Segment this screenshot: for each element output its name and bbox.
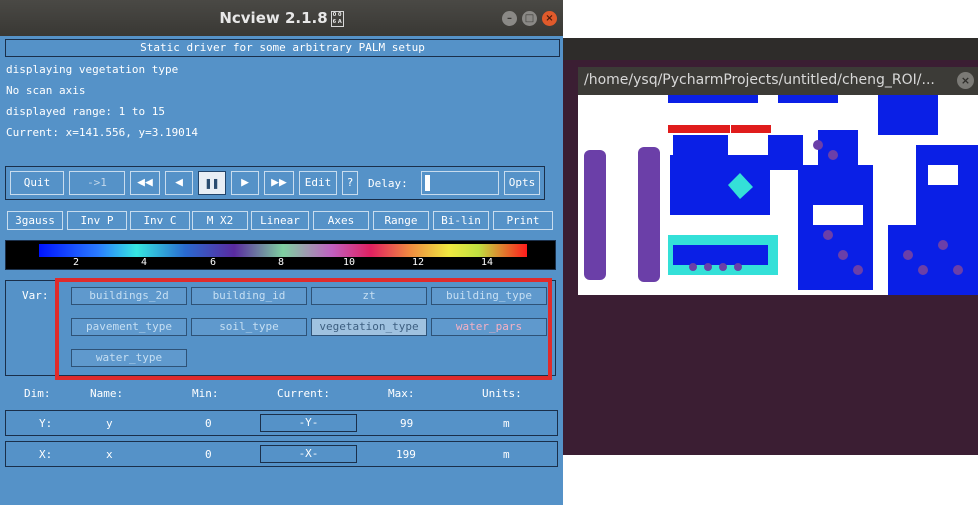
plot-window-title: /home/ysq/PycharmProjects/untitled/cheng…: [584, 72, 935, 88]
dim-header-max: Max:: [388, 387, 415, 400]
back-button[interactable]: ◀: [165, 171, 193, 195]
dataset-title-box: Static driver for some arbitrary PALM se…: [5, 39, 560, 57]
option-3gauss-button[interactable]: 3gauss: [7, 211, 63, 230]
dim-header-name: Name:: [90, 387, 124, 400]
highlight-annotation-frame: [55, 278, 552, 380]
minimize-button[interactable]: –: [502, 11, 517, 26]
window-title: Ncview 2.1.8 0 06 A: [219, 9, 344, 27]
option-magnify-button[interactable]: M X2: [192, 211, 248, 230]
dim-y-units: m: [503, 417, 510, 430]
rewind-button[interactable]: ◀◀: [130, 171, 160, 195]
option-range-button[interactable]: Range: [373, 211, 429, 230]
option-inv-c-button[interactable]: Inv C: [130, 211, 190, 230]
dim-x-max: 199: [396, 448, 416, 461]
opts-button[interactable]: Opts: [504, 171, 540, 195]
forward-button[interactable]: ▶: [231, 171, 259, 195]
dim-x-name: x: [106, 448, 113, 461]
plot-close-button[interactable]: ×: [957, 72, 974, 89]
colorbar-tick: 4: [141, 257, 148, 268]
dim-x-label: X:: [39, 448, 53, 461]
plot-window: /home/ysq/PycharmProjects/untitled/cheng…: [578, 67, 978, 295]
dim-y-name: y: [106, 417, 113, 430]
delay-label: Delay:: [368, 177, 408, 190]
delay-slider-thumb[interactable]: [425, 175, 430, 191]
ncview-window: Ncview 2.1.8 0 06 A – □ × Static driver f…: [0, 0, 563, 505]
colorbar-tick: 8: [278, 257, 285, 268]
option-axes-button[interactable]: Axes: [313, 211, 369, 230]
dim-header-min: Min:: [192, 387, 219, 400]
info-current: Current: x=141.556, y=3.19014: [6, 126, 199, 139]
missing-glyph-icon: 0 06 A: [330, 10, 344, 27]
info-range: displayed range: 1 to 15: [6, 105, 165, 118]
pause-button[interactable]: ❚❚: [198, 171, 226, 195]
edit-button[interactable]: Edit: [299, 171, 337, 195]
info-displaying: displaying vegetation type: [6, 63, 179, 76]
maximize-button[interactable]: □: [522, 11, 537, 26]
dim-y-min: 0: [205, 417, 212, 430]
colorbar-tick: 6: [210, 257, 217, 268]
colorbar-tick: 14: [481, 257, 494, 268]
dim-row-x: X: x 0 -X- 199 m: [5, 441, 558, 467]
option-print-button[interactable]: Print: [493, 211, 553, 230]
variable-label: Var:: [22, 289, 49, 302]
info-scan-axis: No scan axis: [6, 84, 86, 97]
option-inv-p-button[interactable]: Inv P: [67, 211, 127, 230]
dim-x-current-button[interactable]: -X-: [260, 445, 357, 463]
plot-window-titlebar[interactable]: /home/ysq/PycharmProjects/untitled/cheng…: [578, 67, 978, 95]
option-linear-button[interactable]: Linear: [251, 211, 309, 230]
fast-forward-button[interactable]: ▶▶: [264, 171, 294, 195]
dim-x-units: m: [503, 448, 510, 461]
dim-y-current-button[interactable]: -Y-: [260, 414, 357, 432]
close-button[interactable]: ×: [542, 11, 557, 26]
dim-y-max: 99: [400, 417, 414, 430]
dim-header-dim: Dim:: [24, 387, 51, 400]
quit-button[interactable]: Quit: [10, 171, 64, 195]
background-terminal-tabbar: [563, 38, 978, 60]
dim-header-current: Current:: [277, 387, 330, 400]
dim-header-units: Units:: [482, 387, 522, 400]
window-titlebar[interactable]: Ncview 2.1.8 0 06 A – □ ×: [0, 0, 563, 36]
colorbar-gradient: [39, 244, 527, 257]
colorbar: 2 4 6 8 10 12 14: [5, 240, 556, 270]
dim-row-y: Y: y 0 -Y- 99 m: [5, 410, 558, 436]
colorbar-tick: 12: [412, 257, 425, 268]
step-to-frame-button[interactable]: ->1: [69, 171, 125, 195]
option-bi-lin-button[interactable]: Bi-lin: [433, 211, 489, 230]
dim-x-min: 0: [205, 448, 212, 461]
dim-y-label: Y:: [39, 417, 53, 430]
help-button[interactable]: ?: [342, 171, 358, 195]
delay-slider[interactable]: [421, 171, 499, 195]
colorbar-tick: 2: [73, 257, 80, 268]
vegetation-map[interactable]: [578, 95, 978, 295]
colorbar-tick: 10: [343, 257, 356, 268]
dataset-title: Static driver for some arbitrary PALM se…: [140, 41, 425, 54]
